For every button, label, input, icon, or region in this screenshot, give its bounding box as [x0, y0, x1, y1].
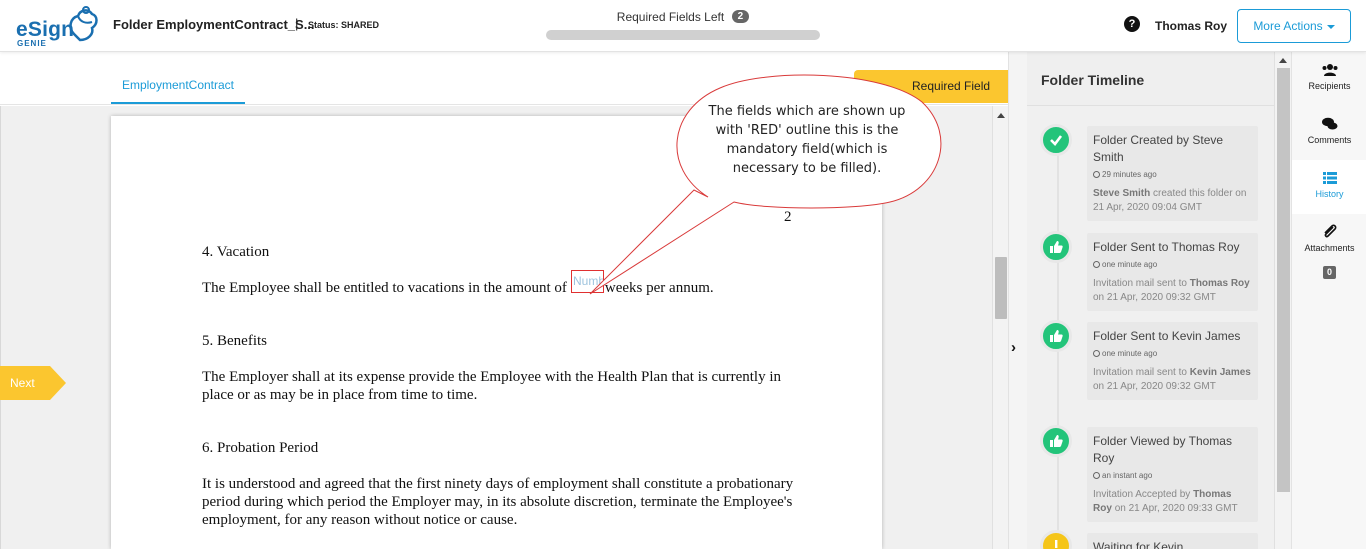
document-scrollbar[interactable]: [992, 106, 1008, 549]
users-icon: [1322, 64, 1338, 76]
event-actor: Steve Smith: [1093, 188, 1151, 199]
event-desc-prefix: Invitation Accepted by: [1093, 489, 1191, 500]
more-actions-button[interactable]: More Actions: [1237, 9, 1351, 43]
clock-icon: [1093, 261, 1100, 268]
scroll-up-arrow-icon[interactable]: [1279, 58, 1287, 63]
event-desc-text: on 21 Apr, 2020 09:32 GMT: [1093, 292, 1216, 303]
genie-mascot-icon: [69, 6, 98, 42]
event-description: Invitation mail sent to Thomas Roy on 21…: [1093, 277, 1252, 305]
list-icon: [1323, 172, 1337, 184]
section-heading-probation: 6. Probation Period: [202, 440, 319, 456]
comments-icon: [1322, 117, 1338, 130]
section-heading-benefits: 5. Benefits: [202, 333, 267, 349]
tool-label: Attachments: [1304, 243, 1355, 253]
event-time-text: 29 minutes ago: [1102, 170, 1157, 179]
question-circle-icon[interactable]: ?: [1124, 16, 1140, 32]
callout-text: The fields which are shown up with 'RED'…: [708, 104, 906, 176]
probation-paragraph: It is understood and agreed that the fir…: [202, 476, 794, 528]
event-description: Invitation mail sent to Kevin James on 2…: [1093, 366, 1252, 394]
timeline-header: Folder Timeline: [1027, 52, 1274, 106]
user-name[interactable]: Thomas Roy: [1155, 19, 1227, 33]
required-fields-count-badge: 2: [731, 10, 750, 24]
thumbs-up-icon: [1040, 231, 1072, 263]
event-title: Folder Sent to Thomas Roy: [1093, 240, 1240, 254]
event-time: one minute ago: [1093, 259, 1252, 270]
timeline-event: Folder Sent to Kevin James one minute ag…: [1087, 322, 1258, 400]
active-tab-underline: [111, 102, 245, 104]
section-heading-vacation: 4. Vacation: [202, 244, 270, 260]
right-tool-strip: Recipients Comments History Attachments …: [1291, 52, 1366, 549]
tool-comments[interactable]: Comments: [1292, 106, 1366, 160]
timeline-event: Folder Viewed by Thomas Roy an instant a…: [1087, 427, 1258, 522]
esign-genie-logo[interactable]: eSign GENIE: [14, 4, 100, 48]
event-time: 29 minutes ago: [1093, 169, 1252, 180]
clock-icon: [1093, 171, 1100, 178]
timeline-event: Folder Sent to Thomas Roy one minute ago…: [1087, 233, 1258, 311]
timeline-event: Waiting for Kevin: [1087, 533, 1258, 549]
event-time-text: one minute ago: [1102, 260, 1158, 269]
event-time: one minute ago: [1093, 348, 1252, 359]
clock-icon: [1093, 472, 1100, 479]
logo-subtext: GENIE: [17, 39, 47, 48]
tool-label: History: [1315, 189, 1344, 199]
caret-down-icon: [1326, 24, 1335, 29]
folder-status: Status: SHARED: [308, 20, 380, 30]
required-fields-progress-bar: [546, 30, 820, 40]
required-fields-label: Required Fields Left: [616, 9, 725, 24]
attachments-count-badge: 0: [1323, 266, 1336, 279]
chevron-right-icon[interactable]: ›: [1011, 340, 1016, 355]
paperclip-icon: [1324, 224, 1337, 238]
event-time: an instant ago: [1093, 470, 1252, 481]
event-desc-prefix: Invitation mail sent to: [1093, 367, 1187, 378]
event-actor: Kevin James: [1189, 367, 1251, 378]
event-actor: Thomas Roy: [1189, 278, 1250, 289]
more-actions-label: More Actions: [1253, 19, 1323, 33]
vacation-text-before: The Employee shall be entitled to vacati…: [202, 280, 567, 296]
event-desc-text: on 21 Apr, 2020 09:32 GMT: [1093, 381, 1216, 392]
tool-attachments[interactable]: Attachments 0: [1292, 214, 1366, 279]
next-label: Next: [10, 376, 35, 390]
timeline-scrollbar-thumb[interactable]: [1277, 68, 1290, 492]
timeline-collapse-strip[interactable]: [1008, 52, 1027, 549]
event-time-text: an instant ago: [1102, 471, 1153, 480]
event-title: Waiting for Kevin: [1093, 540, 1184, 549]
thumbs-up-icon: [1040, 425, 1072, 457]
event-title: Folder Created by Steve Smith: [1093, 133, 1224, 164]
benefits-paragraph: The Employer shall at its expense provid…: [202, 369, 782, 403]
timeline-event: Folder Created by Steve Smith 29 minutes…: [1087, 126, 1258, 221]
event-title: Folder Viewed by Thomas Roy: [1093, 434, 1232, 465]
check-icon: [1040, 124, 1072, 156]
event-desc-text: on 21 Apr, 2020 09:33 GMT: [1114, 503, 1238, 514]
document-scrollbar-thumb[interactable]: [995, 257, 1007, 319]
event-time-text: one minute ago: [1102, 349, 1158, 358]
next-field-button[interactable]: Next: [0, 366, 66, 400]
scroll-up-arrow-icon[interactable]: [997, 113, 1005, 118]
tool-label: Comments: [1307, 135, 1352, 145]
event-description: Steve Smith created this folder on 21 Ap…: [1093, 187, 1252, 215]
event-title: Folder Sent to Kevin James: [1093, 329, 1241, 343]
timeline-title: Folder Timeline: [1041, 72, 1145, 88]
folder-title: Folder EmploymentContract_S...: [113, 17, 315, 32]
required-fields-indicator: Required Fields Left 2: [546, 8, 820, 26]
title-separator: |: [295, 16, 299, 31]
event-desc-prefix: Invitation mail sent to: [1093, 278, 1187, 289]
timeline-scrollbar[interactable]: [1274, 52, 1291, 549]
app-header: eSign GENIE Folder EmploymentContract_S.…: [0, 0, 1366, 52]
tool-label: Recipients: [1308, 81, 1351, 91]
tab-employment-contract[interactable]: EmploymentContract: [111, 78, 245, 92]
event-description: Invitation Accepted by Thomas Roy on 21 …: [1093, 488, 1252, 516]
thumbs-up-icon: [1040, 320, 1072, 352]
clock-icon: [1093, 350, 1100, 357]
tool-history[interactable]: History: [1292, 160, 1366, 214]
tool-recipients[interactable]: Recipients: [1292, 52, 1366, 106]
